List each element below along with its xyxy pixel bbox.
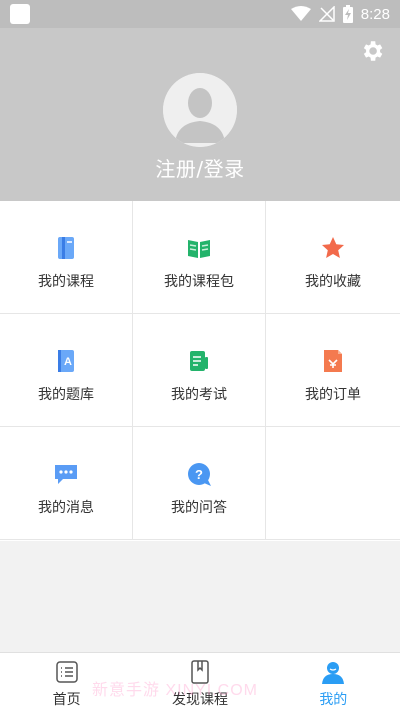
gear-icon[interactable] <box>359 38 385 64</box>
tab-label: 我的 <box>319 692 348 708</box>
svg-text:?: ? <box>195 467 203 482</box>
menu-item-label: 我的订单 <box>305 387 361 403</box>
menu-item-my-exams[interactable]: 我的考试 <box>133 314 266 427</box>
exam-icon <box>190 351 208 371</box>
profile-header: 注册/登录 <box>0 28 400 201</box>
course-book-icon <box>58 237 74 259</box>
star-icon <box>322 237 344 258</box>
course-package-icon <box>188 240 210 258</box>
question-bank-icon: A <box>58 350 74 372</box>
tab-mine[interactable]: 我的 <box>267 653 400 711</box>
menu-item-my-courses[interactable]: 我的课程 <box>0 201 133 314</box>
login-register-link[interactable]: 注册/登录 <box>0 153 400 182</box>
menu-grid: 我的课程 我的课程包 我的收藏 A 我的题库 我的考试 我的订单 我的消息 ? … <box>0 201 400 541</box>
battery-charging-icon <box>342 5 353 23</box>
menu-item-label: 我的考试 <box>171 387 227 403</box>
status-time: 8:28 <box>360 5 390 23</box>
person-icon <box>322 662 345 684</box>
menu-item-my-qa[interactable]: ? 我的问答 <box>133 427 266 540</box>
menu-item-my-orders[interactable]: 我的订单 <box>266 314 400 427</box>
menu-item-label: 我的消息 <box>38 500 94 516</box>
app-notification-icon <box>10 4 30 24</box>
no-signal-icon <box>318 6 335 22</box>
menu-item-label: 我的课程包 <box>164 274 234 290</box>
menu-item-label: 我的题库 <box>38 387 94 403</box>
default-avatar-icon <box>163 73 237 147</box>
wifi-icon <box>290 6 311 21</box>
menu-item-label: 我的收藏 <box>305 274 361 290</box>
status-bar: 8:28 <box>0 0 400 28</box>
menu-item-label: 我的问答 <box>171 500 227 516</box>
message-icon <box>55 465 77 484</box>
menu-item-my-favorites[interactable]: 我的收藏 <box>266 201 400 314</box>
menu-empty-cell <box>266 427 400 540</box>
watermark: 新意手游 XINYI.COM <box>92 682 259 699</box>
menu-item-label: 我的课程 <box>38 274 94 290</box>
avatar[interactable] <box>163 73 237 147</box>
order-icon <box>324 350 342 372</box>
menu-item-my-messages[interactable]: 我的消息 <box>0 427 133 540</box>
question-icon: ? <box>188 463 211 486</box>
menu-item-my-course-packages[interactable]: 我的课程包 <box>133 201 266 314</box>
menu-item-question-bank[interactable]: A 我的题库 <box>0 314 133 427</box>
status-icons: 8:28 <box>290 3 390 25</box>
home-list-icon <box>55 661 78 683</box>
svg-text:A: A <box>64 356 72 368</box>
